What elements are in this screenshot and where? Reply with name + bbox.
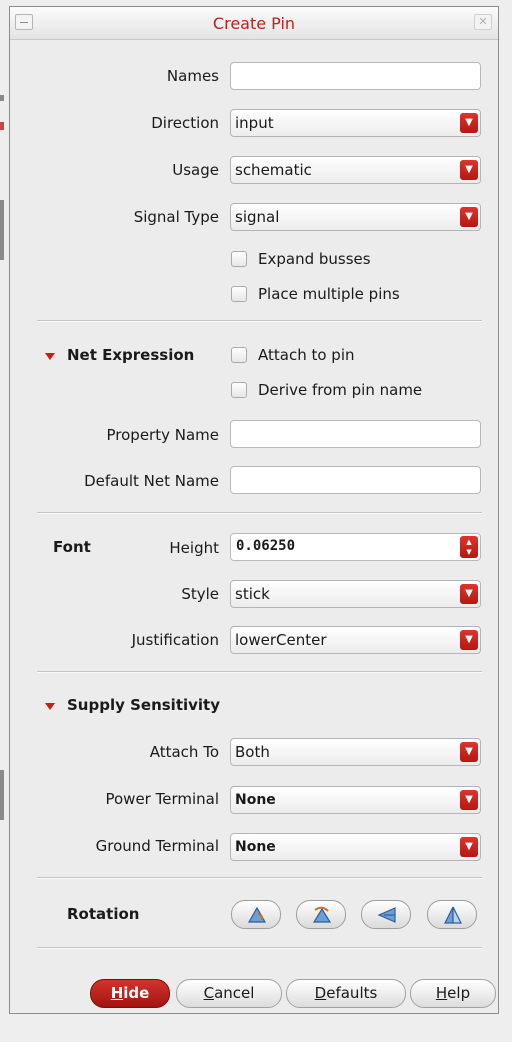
background-artifact [0,122,4,130]
close-icon[interactable]: ✕ [474,14,492,30]
style-value: stick [235,585,270,603]
property-name-label: Property Name [106,426,220,444]
flip-button[interactable] [427,900,477,929]
chevron-down-icon[interactable]: ▼ [460,584,478,604]
default-net-name-input[interactable] [230,466,481,494]
defaults-button[interactable]: Defaults [286,979,406,1008]
flip-icon [444,906,462,924]
collapse-triangle-icon[interactable] [45,353,55,360]
hide-mnemonic: H [110,984,124,1002]
help-label: elp [447,984,471,1002]
power-terminal-label: Power Terminal [105,790,219,808]
background-artifact [0,95,4,101]
chevron-down-icon[interactable]: ▼ [460,207,478,227]
background-artifact [0,770,4,820]
hide-button[interactable]: Hide [90,979,170,1008]
attach-to-pin-label[interactable]: Attach to pin [258,346,355,364]
title-bar[interactable]: Create Pin ✕ [10,7,498,40]
window-title: Create Pin [212,14,296,33]
signal-type-select[interactable]: signal ▼ [230,203,481,231]
usage-value: schematic [235,161,312,179]
chevron-down-icon[interactable]: ▼ [460,160,478,180]
upside-down-button[interactable] [361,900,411,929]
direction-select[interactable]: input ▼ [230,109,481,137]
place-multiple-pins-label[interactable]: Place multiple pins [258,285,400,303]
style-label: Style [181,585,219,603]
supply-sensitivity-title[interactable]: Supply Sensitivity [67,696,220,714]
upside-down-icon [377,907,396,923]
spin-up-icon[interactable]: ▲ [460,538,478,546]
power-terminal-select[interactable]: None ▼ [230,786,481,814]
divider [37,947,482,949]
background-artifact [0,200,4,260]
divider [37,671,482,673]
chevron-down-icon[interactable]: ▼ [460,790,478,810]
divider [37,877,482,879]
rotate-icon [247,906,267,923]
signal-type-value: signal [235,208,280,226]
sideways-button[interactable] [296,900,346,929]
chevron-down-icon[interactable]: ▼ [460,742,478,762]
divider [37,512,482,514]
hide-label: ide [123,984,150,1002]
ground-terminal-label: Ground Terminal [95,837,219,855]
usage-select[interactable]: schematic ▼ [230,156,481,184]
rotation-title: Rotation [67,905,140,923]
help-button[interactable]: Help [410,979,496,1008]
divider [37,320,482,322]
justification-value: lowerCenter [235,631,327,649]
usage-label: Usage [172,161,219,179]
justification-select[interactable]: lowerCenter ▼ [230,626,481,654]
chevron-down-icon[interactable]: ▼ [460,630,478,650]
defaults-mnemonic: D [314,984,327,1002]
attach-to-select[interactable]: Both ▼ [230,738,481,766]
default-net-name-label: Default Net Name [84,472,219,490]
cancel-label: ancel [214,984,255,1002]
direction-value: input [235,114,274,132]
collapse-triangle-icon[interactable] [45,703,55,710]
attach-to-label: Attach To [149,743,219,761]
signal-type-label: Signal Type [133,208,219,226]
direction-label: Direction [151,114,219,132]
sideways-icon [312,906,332,923]
names-label: Names [166,67,219,85]
justification-label: Justification [131,631,219,649]
cancel-mnemonic: C [203,984,215,1002]
derive-from-pin-name-label[interactable]: Derive from pin name [258,381,422,399]
derive-from-pin-name-checkbox[interactable] [231,382,247,398]
names-input[interactable] [230,62,481,90]
height-spinbox[interactable]: 0.06250 ▲ ▼ [230,533,481,561]
chevron-down-icon[interactable]: ▼ [460,837,478,857]
chevron-down-icon[interactable]: ▼ [460,113,478,133]
expand-busses-checkbox[interactable] [231,251,247,267]
ground-terminal-select[interactable]: None ▼ [230,833,481,861]
power-terminal-value: None [235,792,276,808]
spin-buttons[interactable]: ▲ ▼ [460,536,478,558]
height-label: Height [169,539,219,557]
attach-to-value: Both [235,743,270,761]
font-title: Font [53,538,91,556]
help-mnemonic: H [435,984,448,1002]
property-name-input[interactable] [230,420,481,448]
height-value: 0.06250 [236,538,296,554]
place-multiple-pins-checkbox[interactable] [231,286,247,302]
expand-busses-label[interactable]: Expand busses [258,250,371,268]
ground-terminal-value: None [235,839,276,855]
spin-down-icon[interactable]: ▼ [460,548,478,556]
cancel-button[interactable]: Cancel [176,979,282,1008]
attach-to-pin-checkbox[interactable] [231,347,247,363]
rotate-button[interactable] [231,900,281,929]
defaults-label: efaults [326,984,378,1002]
style-select[interactable]: stick ▼ [230,580,481,608]
create-pin-dialog: Create Pin ✕ Names Direction input ▼ Usa… [9,6,499,1014]
net-expression-title[interactable]: Net Expression [67,346,194,364]
